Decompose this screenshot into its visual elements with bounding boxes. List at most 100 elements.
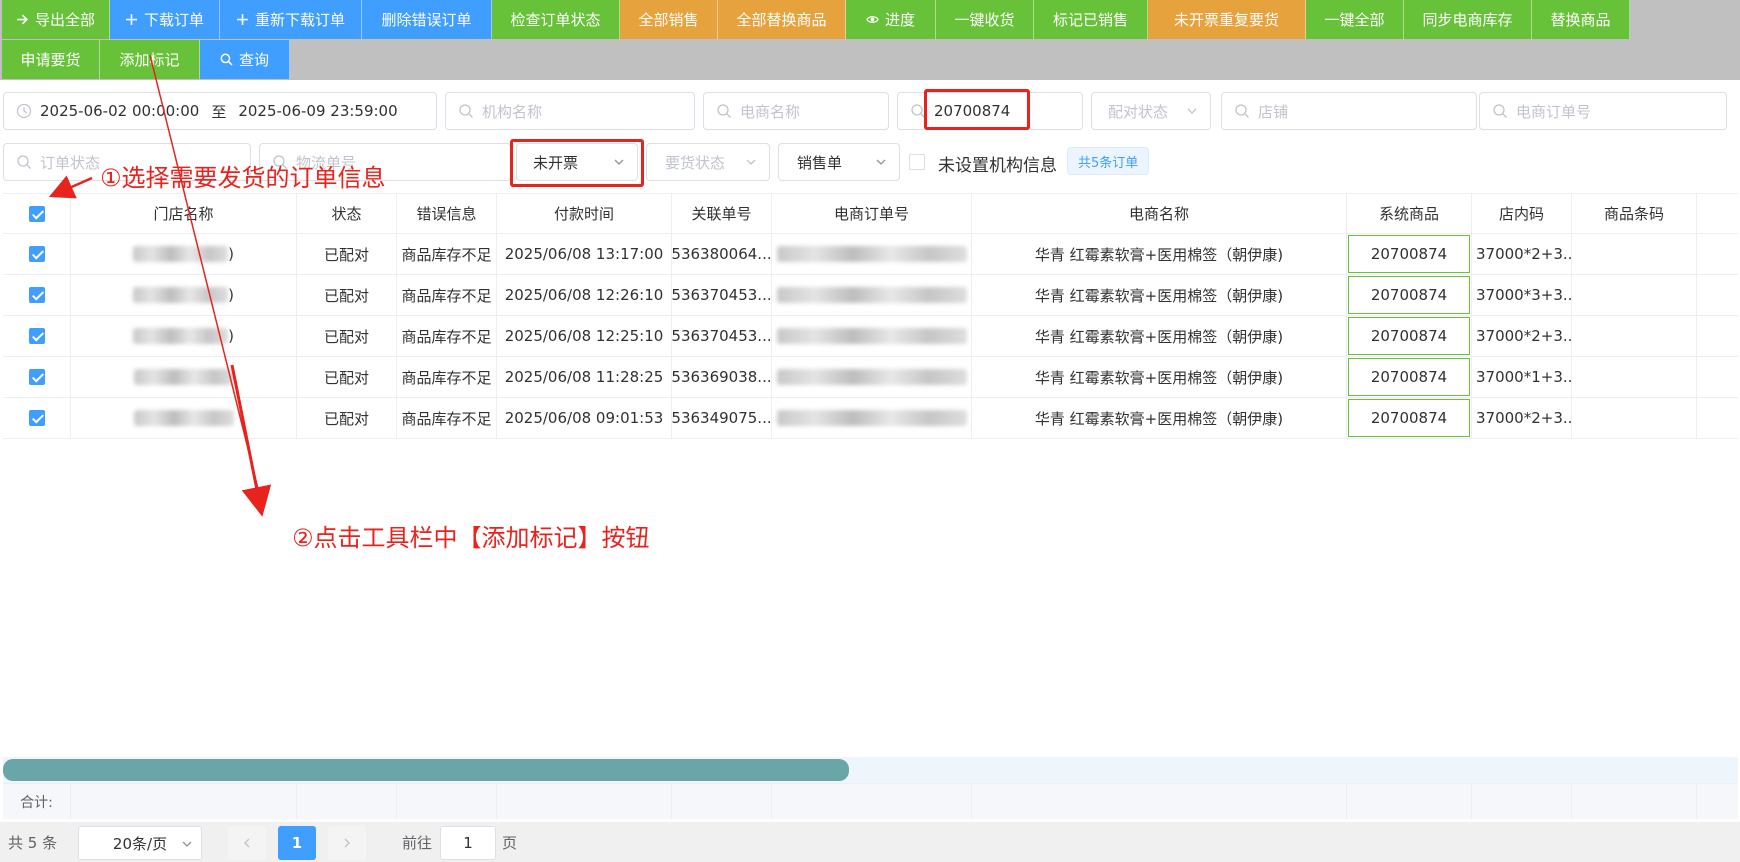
col-store-name[interactable]: 门店名称 <box>71 194 297 233</box>
prev-page-button[interactable] <box>228 826 266 860</box>
col-sys-product[interactable]: 系统商品 <box>1347 194 1472 233</box>
table-row[interactable]: ) 已配对 商品库存不足 2025/06/08 12:26:10 5363704… <box>3 275 1738 316</box>
shop-input[interactable]: 店铺 <box>1221 92 1477 130</box>
goto-page-input[interactable]: 1 <box>440 826 496 860</box>
progress-button[interactable]: 进度 <box>846 0 936 39</box>
one-click-all-label: 一键全部 <box>1324 11 1385 29</box>
ecom-order-cell <box>772 398 972 438</box>
redownload-orders-label: 重新下载订单 <box>254 11 345 29</box>
one-click-all-button[interactable]: 一键全部 <box>1306 0 1404 39</box>
highlight-product-code <box>924 89 1030 130</box>
redacted-ecom-order <box>776 328 967 344</box>
page-1-button[interactable]: 1 <box>278 826 316 860</box>
col-error[interactable]: 错误信息 <box>397 194 497 233</box>
export-all-label: 导出全部 <box>34 11 95 29</box>
annotation-step1: ①选择需要发货的订单信息 <box>100 164 386 192</box>
sys-product-cell[interactable]: 20700874 <box>1347 357 1472 397</box>
download-orders-button[interactable]: 下载订单 <box>110 0 220 39</box>
page-size-select[interactable]: 20条/页 <box>78 826 202 860</box>
uninvoiced-reorder-button[interactable]: 未开票重复要货 <box>1148 0 1306 39</box>
export-all-button[interactable]: 导出全部 <box>2 0 110 39</box>
query-label: 查询 <box>238 51 269 69</box>
summary-cell <box>1697 784 1738 819</box>
org-name-input[interactable]: 机构名称 <box>445 92 695 130</box>
pay-time-cell: 2025/06/08 11:28:25 <box>497 357 672 397</box>
table-row[interactable]: ) 已配对 商品库存不足 2025/06/08 13:17:00 5363800… <box>3 234 1738 275</box>
row-checkbox[interactable] <box>28 369 45 385</box>
ecom-order-cell <box>772 234 972 274</box>
sys-product-cell[interactable]: 20700874 <box>1347 398 1472 438</box>
row-checkbox[interactable] <box>28 246 45 262</box>
col-ecom-order[interactable]: 电商订单号 <box>772 194 972 233</box>
error-cell: 商品库存不足 <box>397 357 497 397</box>
download-orders-label: 下载订单 <box>143 11 204 29</box>
sys-product-cell[interactable]: 20700874 <box>1347 234 1472 274</box>
delete-error-orders-button[interactable]: 删除错误订单 <box>362 0 492 39</box>
replace-all-products-button[interactable]: 全部替换商品 <box>718 0 846 39</box>
sync-ecom-stock-button[interactable]: 同步电商库存 <box>1404 0 1532 39</box>
replace-product-button[interactable]: 替换商品 <box>1532 0 1630 39</box>
row-checkbox[interactable] <box>28 410 45 426</box>
store-code-cell: 37000*3+3... <box>1472 275 1572 315</box>
sell-all-button[interactable]: 全部销售 <box>620 0 718 39</box>
select-all-cell <box>3 194 71 233</box>
add-mark-button[interactable]: 添加标记 <box>100 40 200 79</box>
col-ecom-name[interactable]: 电商名称 <box>972 194 1347 233</box>
table-row[interactable]: 已配对 商品库存不足 2025/06/08 09:01:53 536349075… <box>3 398 1738 439</box>
select-all-checkbox[interactable] <box>28 205 45 222</box>
sys-product-cell[interactable]: 20700874 <box>1347 316 1472 356</box>
store-suffix: ) <box>228 286 234 304</box>
error-cell: 商品库存不足 <box>397 234 497 274</box>
order-type-select[interactable]: 销售单 <box>778 143 900 181</box>
match-status-select[interactable]: 配对状态 <box>1091 92 1211 130</box>
col-store-code[interactable]: 店内码 <box>1472 194 1572 233</box>
toolbar: 导出全部 下载订单 重新下载订单 删除错误订单 检查订单状态 全部销售 全部替换… <box>0 0 1740 80</box>
row-checkbox[interactable] <box>28 287 45 303</box>
apply-request-button[interactable]: 申请要货 <box>2 40 100 79</box>
extra-cell <box>1697 234 1738 274</box>
row-select-cell <box>3 357 71 397</box>
chevron-left-icon <box>244 838 250 848</box>
ecom-name-cell: 华青 红霉素软膏+医用棉签（朝伊康) <box>972 234 1347 274</box>
add-mark-label: 添加标记 <box>119 51 180 69</box>
match-status-placeholder: 配对状态 <box>1108 102 1169 121</box>
next-page-button[interactable] <box>328 826 366 860</box>
horizontal-scrollbar-thumb[interactable] <box>3 759 849 781</box>
row-select-cell <box>3 316 71 356</box>
request-status-select[interactable]: 要货状态 <box>646 143 770 181</box>
search-icon <box>220 53 233 66</box>
sys-product-cell[interactable]: 20700874 <box>1347 275 1472 315</box>
check-order-status-button[interactable]: 检查订单状态 <box>492 0 620 39</box>
ecom-name-placeholder: 电商名称 <box>740 102 801 121</box>
store-name-cell <box>71 398 297 438</box>
ecom-order-input[interactable]: 电商订单号 <box>1479 92 1727 130</box>
status-cell: 已配对 <box>297 357 397 397</box>
date-start: 2025-06-02 00:00:00 <box>40 102 200 120</box>
summary-cell <box>71 784 297 819</box>
col-barcode[interactable]: 商品条码 <box>1572 194 1697 233</box>
uninvoiced-reorder-label: 未开票重复要货 <box>1173 11 1279 29</box>
store-name-cell: ) <box>71 316 297 356</box>
date-range-picker[interactable]: 2025-06-02 00:00:00 至 2025-06-09 23:59:0… <box>3 92 437 130</box>
eye-icon <box>866 16 879 23</box>
summary-cell <box>1572 784 1697 819</box>
mark-sold-button[interactable]: 标记已销售 <box>1034 0 1148 39</box>
row-checkbox[interactable] <box>28 328 45 344</box>
redacted-store-name <box>133 246 229 262</box>
status-cell: 已配对 <box>297 234 397 274</box>
highlight-invoice-select <box>510 139 644 187</box>
table-row[interactable]: ) 已配对 商品库存不足 2025/06/08 12:25:10 5363704… <box>3 316 1738 357</box>
table-row[interactable]: 已配对 商品库存不足 2025/06/08 11:28:25 536369038… <box>3 357 1738 398</box>
search-icon <box>1493 104 1507 118</box>
pay-time-cell: 2025/06/08 12:25:10 <box>497 316 672 356</box>
summary-cell <box>1472 784 1572 819</box>
col-status[interactable]: 状态 <box>297 194 397 233</box>
redownload-orders-button[interactable]: 重新下载订单 <box>220 0 362 39</box>
extra-cell <box>1697 316 1738 356</box>
ecom-name-input[interactable]: 电商名称 <box>703 92 889 130</box>
col-pay-time[interactable]: 付款时间 <box>497 194 672 233</box>
no-org-checkbox[interactable] <box>909 154 925 170</box>
col-ref-no[interactable]: 关联单号 <box>672 194 772 233</box>
one-click-receive-button[interactable]: 一键收货 <box>936 0 1034 39</box>
query-button[interactable]: 查询 <box>200 40 290 79</box>
